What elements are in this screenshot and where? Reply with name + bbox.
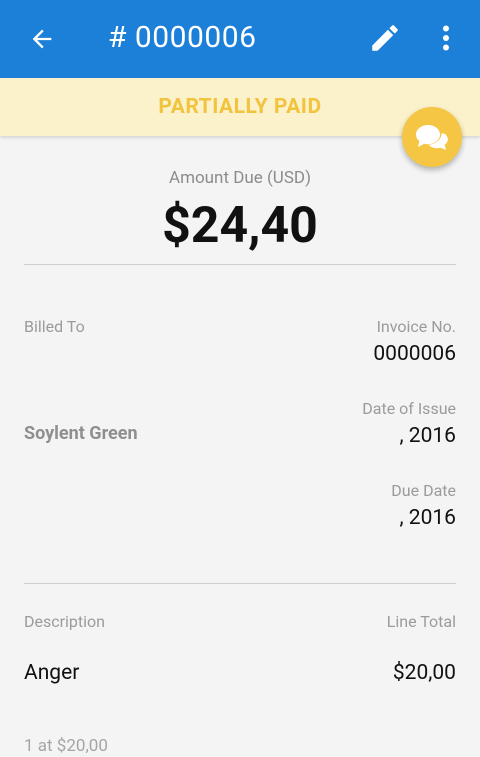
more-vertical-icon	[443, 25, 449, 51]
app-bar: # 0000006	[0, 0, 480, 78]
line-total-header: Line Total	[386, 612, 456, 631]
more-options-button[interactable]	[428, 17, 464, 59]
back-button[interactable]	[22, 19, 62, 59]
amount-due-value: $24,40	[162, 197, 318, 255]
edit-button[interactable]	[364, 17, 406, 59]
divider	[24, 264, 456, 265]
billed-to-label: Billed To	[24, 317, 85, 336]
amount-due-label: Amount Due (USD)	[168, 168, 311, 188]
status-label: PARTIALLY PAID	[158, 95, 322, 119]
chat-fab-button[interactable]	[402, 107, 462, 167]
item-name: Anger	[24, 661, 80, 685]
invoice-title: # 0000006	[108, 20, 257, 55]
due-date-value: , 2016	[399, 506, 456, 530]
chat-bubbles-icon	[416, 125, 448, 150]
invoice-no-label: Invoice No.	[376, 317, 456, 336]
issue-date-label: Date of Issue	[362, 399, 456, 418]
item-detail: 1 at $20,00	[24, 736, 108, 756]
client-name: Soylent Green	[24, 423, 138, 444]
invoice-no-value: 0000006	[373, 342, 456, 366]
item-line-total: $20,00	[392, 661, 456, 685]
due-date-label: Due Date	[391, 481, 456, 500]
pencil-icon	[372, 25, 398, 51]
issue-date-value: , 2016	[399, 424, 456, 448]
description-header: Description	[24, 612, 105, 631]
divider	[24, 583, 456, 584]
arrow-left-icon	[32, 29, 52, 49]
